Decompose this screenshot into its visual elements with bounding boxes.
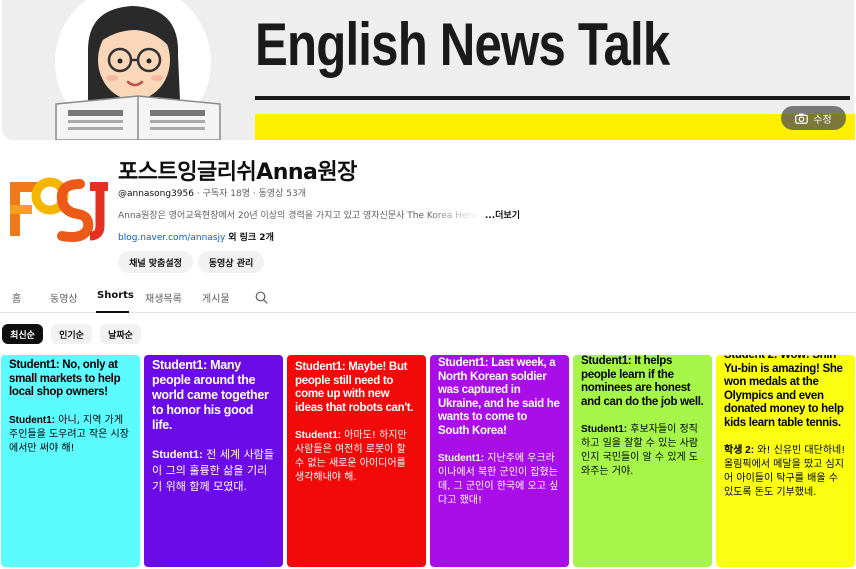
video-count: · 동영상 53개	[252, 189, 307, 199]
short-card[interactable]: Student1: Many people around the world c…	[144, 355, 283, 567]
short-english-text: Student1: Last week, a North Korean sold…	[438, 357, 560, 437]
channel-tabs: 홈 동영상 Shorts 재생목록 게시물	[0, 283, 856, 313]
banner-title: English News Talk	[255, 11, 670, 78]
short-speaker: Student1:	[438, 453, 485, 464]
chip-popular[interactable]: 인기순	[51, 324, 92, 344]
channel-link-url[interactable]: blog.naver.com/annasjy	[118, 233, 225, 243]
tab-playlists[interactable]: 재생목록	[145, 290, 182, 305]
short-card[interactable]: Student 2: Wow! Shin Yu-bin is amazing! …	[716, 355, 855, 567]
description-text: Anna원장은 영어교육현장에서 20년 이상의 경력을 가지고 있고 영자신문…	[118, 211, 480, 221]
short-korean-text: Student1: 아니, 지역 가게 주인들을 도우려고 작은 시장에서만 써…	[9, 414, 132, 456]
chip-latest[interactable]: 최신순	[2, 324, 43, 344]
short-korean-text: 학생 2: 와! 신유빈 대단하네! 올림픽에서 메달을 땄고 심지어 아이들이…	[724, 444, 847, 500]
subscriber-count: · 구독자 18명	[196, 189, 250, 199]
edit-banner-button[interactable]: 수정	[781, 106, 846, 130]
more-link[interactable]: ...더보기	[485, 211, 520, 221]
manage-videos-button[interactable]: 동영상 관리	[198, 251, 264, 273]
short-card[interactable]: Student1: No, only at small markets to h…	[1, 355, 140, 567]
short-speaker: Student1:	[295, 430, 342, 441]
short-english-text: Student1: Maybe! But people still need t…	[295, 361, 414, 414]
tab-home[interactable]: 홈	[12, 290, 21, 305]
short-speaker: Student1:	[152, 449, 203, 461]
short-korean-text: Student1: 전 세계 사람들이 그의 훌륭한 삶을 기리기 위해 함께 …	[152, 447, 275, 495]
short-korean-text: Student1: 지난주에 우크라이나에서 북한 군인이 잡혔는데, 그 군인…	[438, 452, 561, 508]
channel-meta: @annasong3956 · 구독자 18명 · 동영상 53개	[118, 186, 306, 199]
more-links-label[interactable]: 외 링크 2개	[228, 233, 274, 243]
customize-channel-button[interactable]: 채널 맞춤설정	[118, 251, 193, 273]
chip-oldest[interactable]: 날짜순	[100, 324, 141, 344]
short-speaker: Student1:	[581, 424, 628, 435]
search-icon[interactable]	[255, 291, 268, 304]
short-korean-text: Student1: 아마도! 하지만 사람들은 여전히 로봇이 할 수 없는 새…	[295, 429, 418, 485]
channel-links[interactable]: blog.naver.com/annasjy 외 링크 2개	[118, 230, 274, 243]
channel-avatar[interactable]	[6, 170, 110, 250]
banner-underline	[255, 96, 850, 100]
tab-posts[interactable]: 게시물	[202, 290, 230, 305]
camera-icon	[795, 113, 809, 124]
channel-description[interactable]: Anna원장은 영어교육현장에서 20년 이상의 경력을 가지고 있고 영자신문…	[118, 208, 520, 221]
short-card[interactable]: Student1: Last week, a North Korean sold…	[430, 355, 569, 567]
short-card[interactable]: Student1: It helps people learn if the n…	[573, 355, 712, 567]
short-english-text: Student1: It helps people learn if the n…	[581, 355, 704, 408]
short-speaker: Student1:	[9, 414, 56, 426]
short-speaker: 학생 2:	[724, 445, 755, 456]
banner-accent-bar	[255, 114, 855, 140]
short-card[interactable]: Student1: Maybe! But people still need t…	[287, 355, 426, 567]
edit-banner-label: 수정	[813, 114, 832, 126]
tab-shorts[interactable]: Shorts	[97, 290, 134, 301]
channel-banner: English News Talk 수정	[0, 0, 856, 140]
channel-handle: @annasong3956	[118, 189, 194, 199]
active-tab-indicator	[96, 311, 129, 313]
short-english-text: Student1: Many people around the world c…	[152, 358, 269, 432]
short-korean-text: Student1: 후보자들이 정직하고 일을 잘할 수 있는 사람인지 국민들…	[581, 423, 704, 479]
tab-videos[interactable]: 동영상	[50, 290, 78, 305]
banner-illustration	[48, 0, 238, 140]
short-english-text: Student1: No, only at small markets to h…	[9, 359, 121, 398]
channel-name: 포스트잉글리쉬Anna원장	[118, 160, 357, 185]
short-english-text: Student 2: Wow! Shin Yu-bin is amazing! …	[724, 355, 844, 429]
